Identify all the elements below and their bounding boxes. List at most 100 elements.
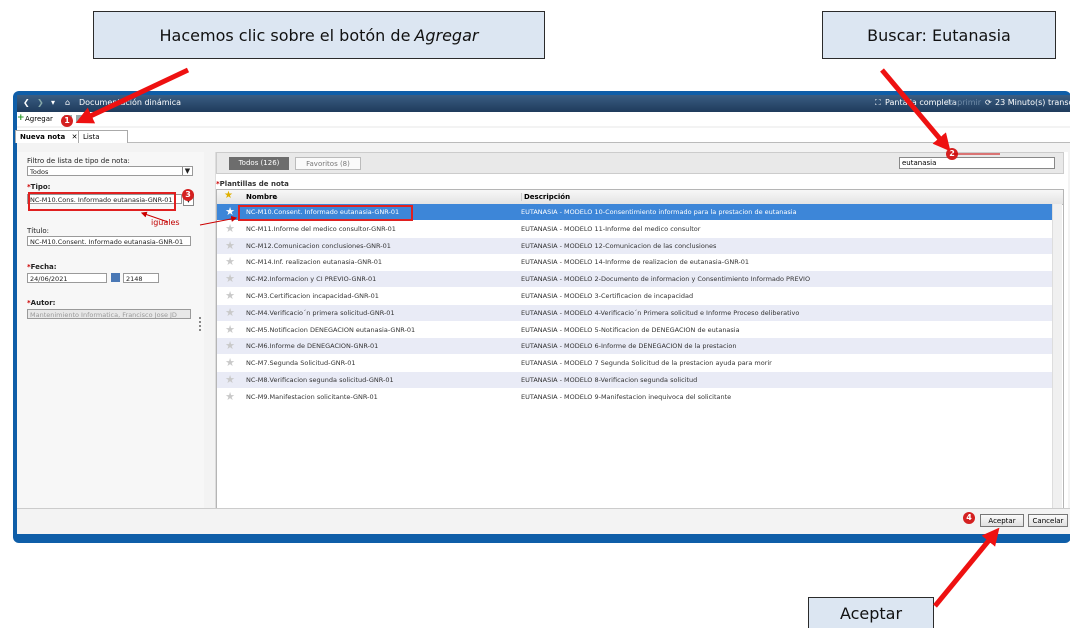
titulo-input-value: NC-M10.Consent. Informado eutanasia-GNR-…	[30, 238, 184, 246]
tipo-label: *Tipo:	[27, 183, 50, 191]
iguales-label: iguales	[151, 218, 180, 227]
chevron-down-icon[interactable]: ▼	[182, 167, 192, 175]
favorite-star-icon[interactable]: ★	[224, 374, 236, 386]
favorite-star-icon[interactable]: ★	[224, 206, 236, 218]
tab-todos[interactable]: Todos (126)	[229, 157, 289, 170]
grid-title-text: Plantillas de nota	[219, 180, 289, 188]
print-label[interactable]: Imprimir	[947, 98, 981, 107]
templates-grid: ★ Nombre ⌄ Descripción ★ NC-M10.Consent. …	[216, 189, 1064, 509]
template-description: EUTANASIA - MODELO 2-Documento de inform…	[521, 275, 811, 284]
filtro-select[interactable]: Todos ▼	[27, 166, 193, 176]
calendar-icon[interactable]	[111, 273, 120, 282]
step-badge-3: 3	[182, 189, 194, 201]
content-area: + Agregar Nueva nota ✕ Lista Filtro de l…	[15, 112, 1070, 534]
favorite-star-icon[interactable]: ★	[224, 222, 236, 235]
tab-strip: Nueva nota ✕ Lista	[15, 128, 1070, 143]
favorite-star-icon[interactable]: ★	[224, 323, 236, 336]
table-row[interactable]: ★ NC-M11.Informe del medico consultor-GNR…	[217, 221, 1055, 237]
template-name: NC-M11.Informe del medico consultor-GNR-…	[246, 224, 396, 233]
favorite-star-icon[interactable]: ★	[224, 256, 236, 268]
arrow-to-aceptar	[933, 527, 1000, 608]
dropdown-icon[interactable]: ▾	[51, 98, 55, 107]
template-name: NC-M5.Notificacion DENEGACION eutanasia-…	[246, 325, 416, 334]
tab-favoritos[interactable]: Favoritos (8)	[295, 157, 361, 170]
fecha-label-text: Fecha:	[30, 263, 57, 271]
template-description: EUTANASIA - MODELO 7 Segunda Solicitud d…	[521, 359, 772, 368]
favorite-star-icon[interactable]: ★	[224, 290, 236, 302]
table-row[interactable]: ★ NC-M4.Verificacio´n primera solicitud-G…	[217, 304, 1055, 321]
table-row[interactable]: ★ NC-M5.Notificacion DENEGACION eutanasia…	[217, 322, 1055, 338]
star-header-icon: ★	[224, 190, 233, 201]
template-name: NC-M6.Informe de DENEGACION-GNR-01	[246, 342, 379, 351]
toolbar: + Agregar	[17, 112, 1070, 126]
titulo-input[interactable]: NC-M10.Consent. Informado eutanasia-GNR-…	[27, 236, 191, 246]
template-name: NC-M12.Comunicacion conclusiones-GNR-01	[246, 241, 391, 250]
step-badge-1: 1	[61, 115, 73, 127]
table-row[interactable]: ★ NC-M6.Informe de DENEGACION-GNR-01 EUTAN…	[217, 338, 1055, 355]
template-name: NC-M4.Verificacio´n primera solicitud-GN…	[246, 308, 395, 317]
table-row[interactable]: ★ NC-M2.Informacion y CI PREVIO-GNR-01 EUT…	[217, 271, 1055, 288]
template-description: EUTANASIA - MODELO 8-Verificacion segund…	[521, 376, 698, 384]
fecha-input-value: 24/06/2021	[30, 275, 68, 283]
filtro-label: Filtro de lista de tipo de nota:	[27, 157, 130, 165]
favorite-star-icon[interactable]: ★	[224, 273, 236, 285]
callout-aceptar-text: Aceptar	[839, 603, 903, 623]
tab-nueva-nota[interactable]: Nueva nota ✕	[15, 130, 83, 143]
toolbar-icon-b[interactable]	[76, 115, 84, 122]
window-title: Documentación dinámica	[79, 98, 182, 107]
grid-scrollbar[interactable]	[1052, 204, 1062, 508]
tipo-label-text: Tipo:	[30, 183, 51, 191]
fullscreen-label[interactable]: Pantalla completa	[885, 98, 957, 107]
table-row[interactable]: ★ NC-M12.Comunicacion conclusiones-GNR-01…	[217, 237, 1055, 254]
highlight-selected-template	[238, 205, 413, 221]
cancelar-button[interactable]: Cancelar	[1028, 514, 1068, 527]
footer-bar: Aceptar Cancelar	[17, 508, 1070, 534]
template-description: EUTANASIA - MODELO 6-Informe de DENEGACI…	[521, 342, 737, 351]
hora-input-value: 2148	[126, 275, 143, 283]
callout-agregar-em: Agregar	[414, 25, 479, 45]
timer-icon: ⟳	[985, 98, 992, 107]
favorite-star-icon[interactable]: ★	[224, 306, 236, 319]
search-input-value: eutanasia	[902, 159, 937, 167]
callout-aceptar: Aceptar	[808, 597, 934, 628]
search-input[interactable]: eutanasia	[899, 157, 1055, 169]
table-row[interactable]: ★ NC-M7.Segunda Solicitud-GNR-01 EUTANASIA…	[217, 355, 1055, 371]
table-row[interactable]: ★ NC-M8.Verificacion segunda solicitud-GN…	[217, 372, 1055, 388]
agregar-button[interactable]: Agregar	[25, 115, 53, 123]
callout-buscar-text: Buscar: Eutanasia	[867, 25, 1011, 45]
template-description: EUTANASIA - MODELO 9-Manifestacion inequ…	[521, 392, 732, 401]
favorite-star-icon[interactable]: ★	[224, 239, 236, 252]
table-row[interactable]: ★ NC-M9.Manifestacion solicitante-GNR-01 E…	[217, 389, 1055, 405]
filtro-select-value: Todos	[30, 168, 49, 176]
back-icon[interactable]: ❮	[23, 98, 30, 107]
col-descripcion[interactable]: Descripción	[521, 193, 570, 201]
aceptar-button[interactable]: Aceptar	[980, 514, 1024, 527]
fecha-input[interactable]: 24/06/2021	[27, 273, 107, 283]
callout-agregar: Hacemos clic sobre el botón de Agregar	[93, 11, 545, 59]
tab-lista[interactable]: Lista	[78, 130, 128, 143]
fullscreen-icon[interactable]: ⛶	[875, 98, 881, 108]
sort-icon[interactable]: ⌄	[273, 193, 279, 201]
plus-icon[interactable]: +	[17, 113, 25, 123]
step-badge-2: 2	[946, 148, 958, 160]
hora-input[interactable]: 2148	[123, 273, 159, 283]
title-bar: ❮ ❯ ▾ ⌂ Documentación dinámica ⛶ Pantall…	[17, 95, 1070, 112]
favorite-star-icon[interactable]: ★	[224, 390, 236, 403]
template-description: EUTANASIA - MODELO 10-Consentimiento inf…	[521, 208, 797, 216]
template-name: NC-M9.Manifestacion solicitante-GNR-01	[246, 392, 378, 401]
splitter-handle[interactable]	[199, 317, 204, 331]
close-icon[interactable]: ✕	[72, 133, 78, 141]
callout-agregar-text: Hacemos clic sobre el botón de	[159, 25, 411, 45]
favorite-star-icon[interactable]: ★	[224, 340, 236, 352]
autor-input-value: Mantenimiento Informatica, Francisco Jos…	[30, 311, 177, 319]
forward-icon[interactable]: ❯	[37, 98, 44, 107]
grid-header: ★ Nombre ⌄ Descripción	[217, 190, 1063, 205]
template-description: EUTANASIA - MODELO 4-Verificacio´n Prime…	[521, 308, 800, 317]
table-row[interactable]: ★ NC-M14.Inf. realizacion eutanasia-GNR-0…	[217, 254, 1055, 270]
autor-input: Mantenimiento Informatica, Francisco Jos…	[27, 309, 191, 319]
template-name: NC-M8.Verificacion segunda solicitud-GNR…	[246, 376, 394, 384]
favorite-star-icon[interactable]: ★	[224, 357, 236, 369]
table-row[interactable]: ★ NC-M3.Certificacion incapacidad-GNR-01 E…	[217, 288, 1055, 304]
home-icon[interactable]: ⌂	[65, 98, 70, 107]
template-name: NC-M3.Certificacion incapacidad-GNR-01	[246, 292, 379, 300]
